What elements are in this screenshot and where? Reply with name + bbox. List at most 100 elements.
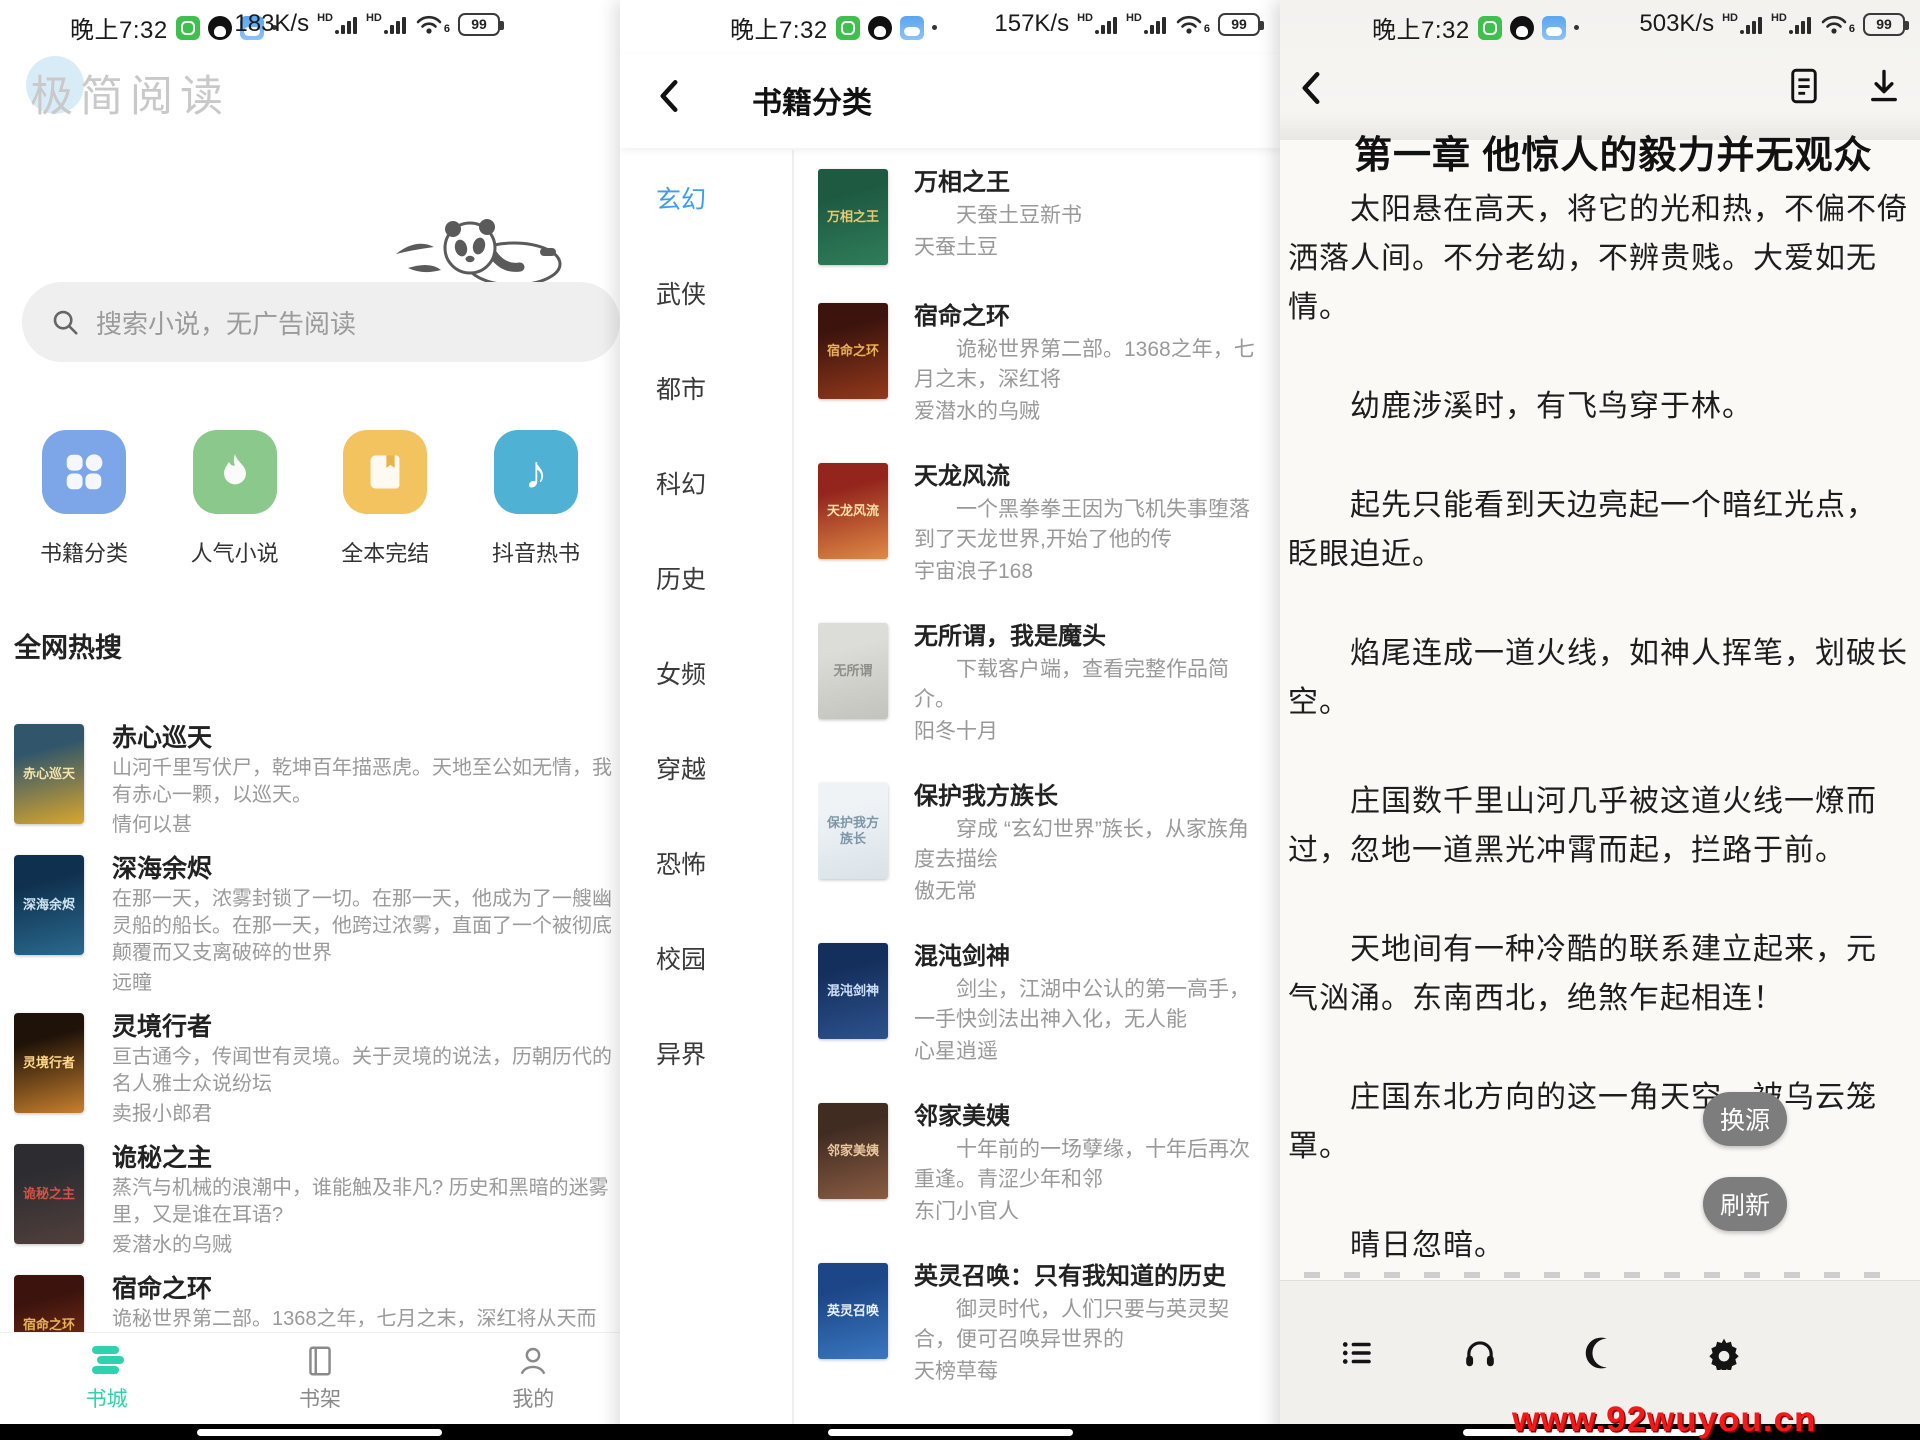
night-mode-button[interactable]: [1585, 1336, 1619, 1370]
book-description: 诡秘世界第二部。1368之年，七月之末，深红将从天而降。: [112, 1306, 620, 1332]
settings-button[interactable]: [1707, 1336, 1741, 1370]
book-title: 深海余烬: [112, 855, 620, 883]
search-input[interactable]: 搜索小说，无广告阅读: [22, 282, 620, 362]
book-author: 阳冬十月: [914, 719, 1258, 745]
sidebar-category-item[interactable]: 科幻: [620, 435, 792, 530]
wifi-icon: 6: [1820, 13, 1855, 35]
home-indicator[interactable]: [828, 1429, 1073, 1436]
book-icon: [343, 430, 427, 514]
book-cover: 灵境行者: [14, 1013, 84, 1113]
book-author: 远瞳: [112, 970, 620, 997]
chevron-left-icon: [654, 76, 684, 116]
clock: 晚上7:32: [730, 10, 828, 45]
signal2-icon: HD: [1126, 13, 1167, 35]
book-item[interactable]: 深海余烬 深海余烬 在那一天，浓雾封锁了一切。在那一天，他成为了一艘幽灵船的船长…: [14, 845, 620, 1003]
chapter-text: 太阳悬在高天，将它的光和热，不偏不倚 洒落人间。不分老幼，不辨贵贱。大爱如无情。…: [1288, 185, 1910, 1320]
book-title: 无所谓，我是魔头: [914, 623, 1258, 651]
tab-bookstore[interactable]: 书城: [0, 1333, 213, 1424]
music-note-icon: ♪: [494, 430, 578, 514]
book-cover: 无所谓: [818, 623, 888, 719]
book-cover: 万相之王: [818, 169, 888, 265]
book-title: 万相之王: [914, 169, 1258, 197]
battery-icon: 99: [1863, 13, 1905, 36]
book-description: 在那一天，浓雾封锁了一切。在那一天，他成为了一艘幽灵船的船长。在那一天，他跨过浓…: [112, 886, 620, 967]
sidebar-category-item[interactable]: 恐怖: [620, 815, 792, 910]
status-bar: 晚上7:32 503K/s HD HD 6 99: [1280, 10, 1920, 46]
book-author: 东门小官人: [914, 1199, 1258, 1225]
book-item[interactable]: 无所谓 无所谓，我是魔头 下载客户端，查看完整作品简介。 阳冬十月: [818, 604, 1258, 764]
messenger-icon: [1478, 16, 1502, 40]
sidebar-category-item[interactable]: 玄幻: [620, 150, 792, 245]
clipped-text-line: [1304, 1272, 1880, 1278]
screenshot-composite: 晚上7:32 183K/s HD HD 6 99 极简阅读: [0, 0, 1920, 1440]
home-screen: 晚上7:32 183K/s HD HD 6 99 极简阅读: [0, 0, 640, 1440]
paragraph: 幼鹿涉溪时，有飞鸟穿于林。: [1288, 382, 1910, 431]
book-item[interactable]: 灵境行者 灵境行者 亘古通今，传闻世有灵境。关于灵境的说法，历朝历代的名人雅士众…: [14, 1003, 620, 1134]
shortcut-book-category[interactable]: 书籍分类: [36, 430, 132, 568]
status-bar: 晚上7:32 157K/s HD HD 6 99: [620, 10, 1280, 46]
paragraph: 焰尾连成一道火线，如神人挥笔，划破长 空。: [1288, 629, 1910, 727]
book-title: 诡秘之主: [112, 1144, 620, 1172]
book-cover: 天龙风流: [818, 463, 888, 559]
reader-screen: 晚上7:32 503K/s HD HD 6 99 第一章 他惊人的毅力并无观众: [1280, 0, 1920, 1440]
qq-icon: [208, 16, 232, 40]
sidebar-category-item[interactable]: 异界: [620, 1005, 792, 1100]
book-item[interactable]: 邻家美姨 邻家美姨 十年前的一场孽缘，十年后再次重逢。青涩少年和邻 东门小官人: [818, 1084, 1258, 1244]
shortcut-popular[interactable]: 人气小说: [187, 430, 283, 568]
home-indicator[interactable]: [197, 1429, 442, 1436]
category-screen: 晚上7:32 157K/s HD HD 6 99 书籍分类 玄幻武侠都市科幻历史…: [620, 0, 1280, 1440]
sidebar-category-item[interactable]: 校园: [620, 910, 792, 1005]
headphones-icon: [1463, 1336, 1497, 1370]
book-author: 卖报小郎君: [112, 1101, 620, 1128]
book-description: 十年前的一场孽缘，十年后再次重逢。青涩少年和邻: [914, 1135, 1258, 1195]
book-title: 宿命之环: [914, 303, 1258, 331]
sidebar-category-item[interactable]: 穿越: [620, 720, 792, 815]
paragraph: 晴日忽暗。: [1288, 1221, 1910, 1270]
shortcut-completed[interactable]: 全本完结: [337, 430, 433, 568]
back-button[interactable]: [654, 76, 684, 116]
book-cover: 保护我方族长: [818, 783, 888, 879]
book-author: 天蚕土豆: [914, 235, 1258, 261]
book-item[interactable]: 诡秘之主 诡秘之主 蒸汽与机械的浪潮中，谁能触及非凡? 历史和黑暗的迷雾里，又是…: [14, 1134, 620, 1265]
bottom-nav: 书城 书架 我的: [0, 1332, 640, 1424]
book-item[interactable]: 宿命之环 宿命之环 诡秘世界第二部。1368之年，七月之末，深红将从天而降。 爱…: [14, 1265, 620, 1332]
wifi-icon: 6: [1175, 13, 1210, 35]
document-button[interactable]: [1786, 66, 1824, 106]
tab-profile[interactable]: 我的: [427, 1333, 640, 1424]
network-speed: 157K/s: [994, 10, 1069, 38]
book-author: 情何以甚: [112, 812, 620, 839]
refresh-button[interactable]: 刷新: [1703, 1177, 1787, 1231]
book-item[interactable]: 英灵召唤 英灵召唤：只有我知道的历史 御灵时代，人们只要与英灵契合，便可召唤异世…: [818, 1244, 1258, 1404]
back-button[interactable]: [1296, 68, 1326, 108]
contents-button[interactable]: [1341, 1336, 1375, 1370]
book-item[interactable]: 保护我方族长 保护我方族长 穿成 “玄幻世界”族长，从家族角度去描绘 傲无常: [818, 764, 1258, 924]
sidebar-category-item[interactable]: 历史: [620, 530, 792, 625]
book-description: 诡秘世界第二部。1368之年，七月之末，深红将: [914, 335, 1258, 395]
download-button[interactable]: [1866, 66, 1904, 106]
site-watermark: www.92wuyou.cn: [1512, 1400, 1816, 1440]
book-item[interactable]: 天龙风流 天龙风流 一个黑拳拳王因为飞机失事堕落到了天龙世界,开始了他的传 宇宙…: [818, 444, 1258, 604]
book-item[interactable]: 混沌剑神 混沌剑神 剑尘，江湖中公认的第一高手，一手快剑法出神入化，无人能 心星…: [818, 924, 1258, 1084]
book-title: 混沌剑神: [914, 943, 1258, 971]
book-cover: 诡秘之主: [14, 1144, 84, 1244]
sidebar-category-item[interactable]: 都市: [620, 340, 792, 435]
chapter-title: 第一章 他惊人的毅力并无观众: [1354, 124, 1873, 179]
book-title: 邻家美姨: [914, 1103, 1258, 1131]
book-item[interactable]: 赤心巡天 赤心巡天 山河千里写伏尸，乾坤百年描恶虎。天地至公如无情，我有赤心一颗…: [14, 714, 620, 845]
change-source-button[interactable]: 换源: [1703, 1092, 1787, 1146]
sidebar-category-item[interactable]: 女频: [620, 625, 792, 720]
paragraph: 天地间有一种冷酷的联系建立起来，元 气汹涌。东南西北，绝煞乍起相连！: [1288, 925, 1910, 1023]
book-item[interactable]: 万相之王 万相之王 天蚕土豆新书 天蚕土豆: [818, 150, 1258, 284]
book-description: 天蚕土豆新书: [914, 201, 1258, 231]
sidebar-category-item[interactable]: 武侠: [620, 245, 792, 340]
listen-button[interactable]: [1463, 1336, 1497, 1370]
app-title: 极简阅读: [30, 62, 230, 124]
book-author: 爱潜水的乌贼: [914, 399, 1258, 425]
book-cover: 英灵召唤: [818, 1263, 888, 1359]
tab-bookshelf[interactable]: 书架: [213, 1333, 426, 1424]
shortcut-douyin-hot[interactable]: ♪ 抖音热书: [488, 430, 584, 568]
book-description: 山河千里写伏尸，乾坤百年描恶虎。天地至公如无情，我有赤心一颗，以巡天。: [112, 755, 620, 809]
book-item[interactable]: 宿命之环 宿命之环 诡秘世界第二部。1368之年，七月之末，深红将 爱潜水的乌贼: [818, 284, 1258, 444]
category-header: 书籍分类: [620, 54, 1280, 148]
clock: 晚上7:32: [1372, 10, 1470, 45]
